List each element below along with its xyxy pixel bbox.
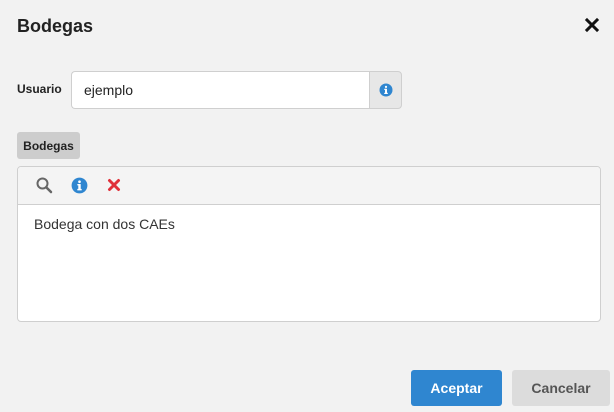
- usuario-input[interactable]: [71, 71, 369, 109]
- info-icon: [379, 83, 392, 97]
- info-icon[interactable]: [70, 176, 88, 194]
- remove-icon[interactable]: [105, 176, 123, 194]
- accept-button[interactable]: Aceptar: [411, 370, 502, 406]
- usuario-label: Usuario: [17, 82, 62, 96]
- bodegas-tab[interactable]: Bodegas: [17, 132, 80, 159]
- list-item[interactable]: Bodega con dos CAEs: [34, 215, 600, 233]
- cancel-button[interactable]: Cancelar: [512, 370, 610, 406]
- bodegas-list: Bodega con dos CAEs: [18, 205, 600, 233]
- dialog-title: Bodegas: [17, 16, 94, 36]
- close-icon[interactable]: [582, 15, 602, 35]
- bodegas-toolbar: [18, 167, 600, 205]
- usuario-input-group: [71, 71, 402, 109]
- usuario-info-button[interactable]: [369, 71, 402, 109]
- search-icon[interactable]: [35, 176, 53, 194]
- bodegas-panel: Bodega con dos CAEs: [17, 166, 601, 322]
